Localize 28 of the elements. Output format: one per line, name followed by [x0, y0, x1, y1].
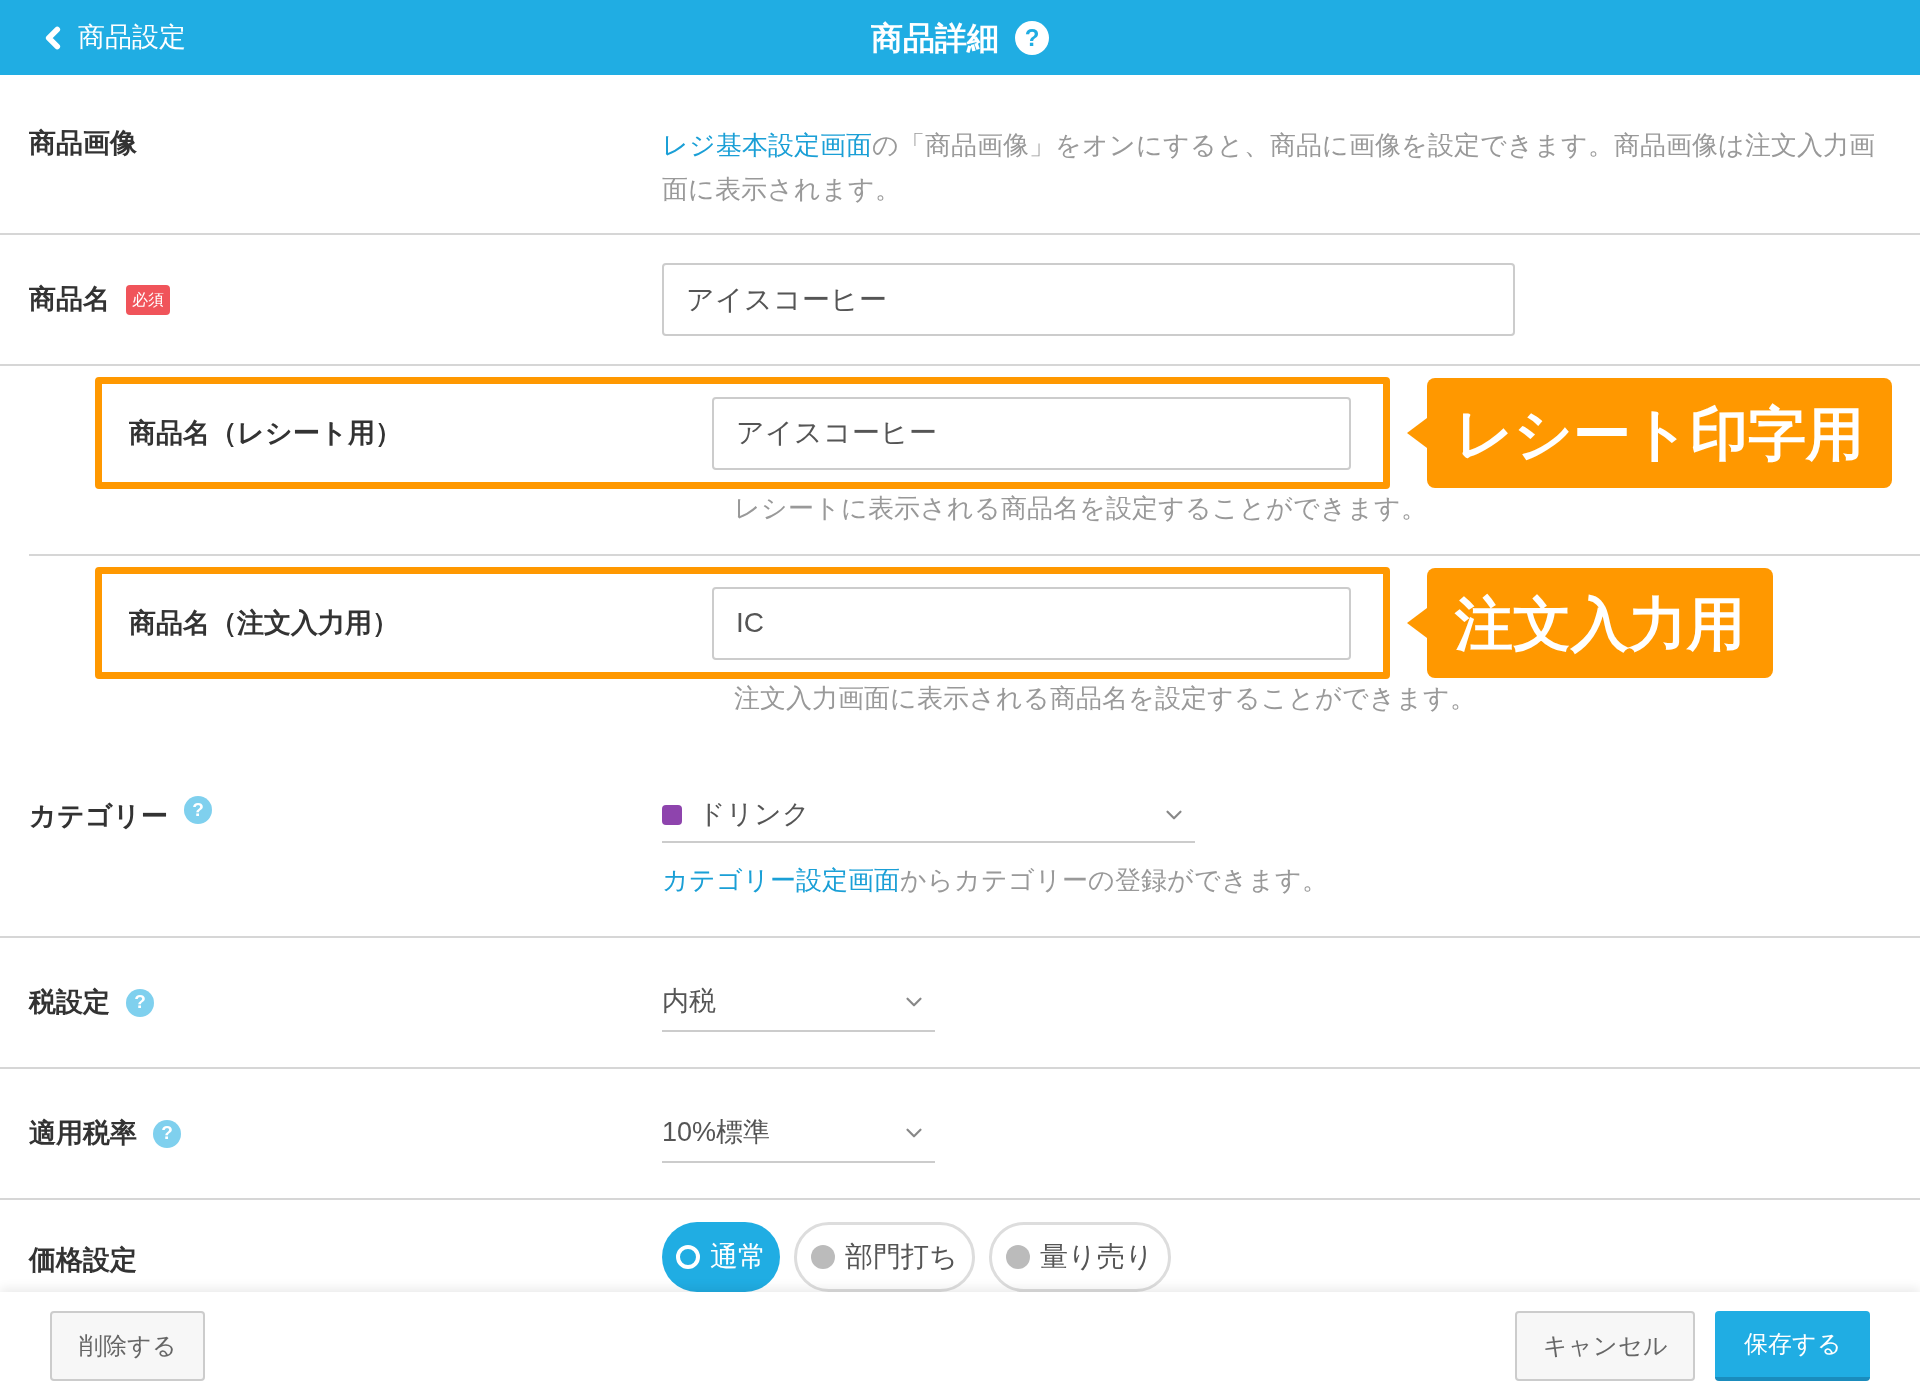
field-label: 適用税率 — [29, 1117, 137, 1151]
cancel-button[interactable]: キャンセル — [1515, 1311, 1695, 1381]
name-input[interactable]: アイスコーヒー — [662, 263, 1515, 336]
callout-pointer-icon — [1407, 608, 1427, 638]
hint-text: レシートに表示される商品名を設定することができます。 — [734, 492, 1428, 525]
field-label: 税設定 — [29, 986, 110, 1020]
price-type-toggle[interactable]: 部門打ち — [794, 1222, 975, 1292]
category-select[interactable]: ドリンク — [662, 788, 1195, 843]
delete-button[interactable]: 削除する — [50, 1311, 205, 1381]
hint-text: 注文入力画面に表示される商品名を設定することができます。 — [734, 682, 1477, 715]
field-label: 商品画像 — [29, 128, 137, 158]
select-field[interactable]: 内税 — [662, 973, 935, 1032]
price-type-toggle[interactable]: 量り売り — [989, 1222, 1171, 1292]
required-badge: 必須 — [126, 284, 170, 315]
page-title: 商品詳細 — [871, 18, 999, 58]
name-input[interactable]: アイスコーヒー — [712, 396, 1351, 470]
field-label: カテゴリー — [29, 800, 168, 833]
field-label: 商品名 — [29, 283, 110, 317]
description-text: カテゴリー設定画面からカテゴリーの登録ができます。 — [662, 864, 1328, 897]
description-text: レジ基本設定画面の「商品画像」をオンにすると、商品に画像を設定できます。商品画像は注文入力画面に表示されます。 — [662, 130, 1876, 205]
category-settings-link[interactable]: カテゴリー設定画面 — [662, 865, 900, 895]
field-label: 商品名（注文入力用） — [128, 606, 400, 640]
settings-link[interactable]: レジ基本設定画面 — [662, 131, 872, 159]
name-input[interactable]: IC — [712, 586, 1351, 660]
field-label: 価格設定 — [29, 1245, 137, 1275]
callout-pointer-icon — [1407, 418, 1427, 448]
select-field[interactable]: 10%標準 — [662, 1104, 935, 1163]
field-label: 商品名（レシート用） — [128, 416, 403, 450]
